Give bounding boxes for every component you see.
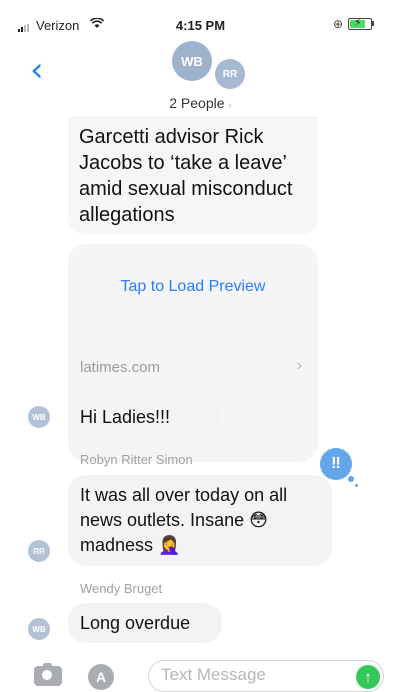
message-bubble[interactable]: Hi Ladies!!!	[68, 397, 220, 437]
avatar-rr[interactable]: RR	[213, 57, 247, 91]
message-bubble[interactable]: Long overdue	[68, 603, 222, 643]
avatar-wb[interactable]: WB	[28, 618, 50, 640]
avatar-rr[interactable]: RR	[28, 540, 50, 562]
chevron-right-icon: ›	[296, 357, 302, 374]
battery-tip	[372, 21, 374, 26]
link-domain: latimes.com	[80, 359, 161, 376]
conversation-title[interactable]: 2 People ›	[0, 95, 401, 111]
tapback-exclamation-icon[interactable]: ‼	[320, 448, 352, 480]
link-preview-card[interactable]: Garcetti advisor Rick Jacobs to ‘take a …	[68, 116, 318, 462]
conversation-title-label: 2 People	[169, 95, 225, 111]
avatar-wb[interactable]: WB	[28, 406, 50, 428]
app-store-icon[interactable]: A	[88, 664, 114, 690]
sender-name: Robyn Ritter Simon	[80, 452, 193, 467]
charging-bolt-icon: ⚡	[354, 17, 362, 29]
chevron-right-icon: ›	[228, 100, 232, 111]
camera-icon[interactable]	[34, 663, 62, 686]
tapback-tail	[355, 484, 358, 487]
tapback-tail	[348, 476, 354, 482]
link-preview-title-block: Garcetti advisor Rick Jacobs to ‘take a …	[68, 116, 318, 234]
send-arrow-icon[interactable]: ↑	[356, 665, 380, 689]
battery-icon: ⚡	[348, 17, 372, 30]
link-preview-title: Garcetti advisor Rick Jacobs to ‘take a …	[79, 126, 293, 226]
orientation-lock-icon: ⊕	[333, 17, 344, 31]
sender-name: Wendy Bruget	[80, 581, 163, 596]
status-bar: Verizon 4:15 PM ⊕ ⚡	[0, 0, 401, 36]
back-button[interactable]: ‹	[30, 50, 44, 90]
message-input[interactable]: Text Message	[148, 660, 384, 692]
message-bubble[interactable]: It was all over today on all news outlet…	[68, 475, 332, 566]
avatar-wb[interactable]: WB	[172, 41, 212, 81]
tap-to-load-preview[interactable]: Tap to Load Preview	[68, 278, 318, 296]
